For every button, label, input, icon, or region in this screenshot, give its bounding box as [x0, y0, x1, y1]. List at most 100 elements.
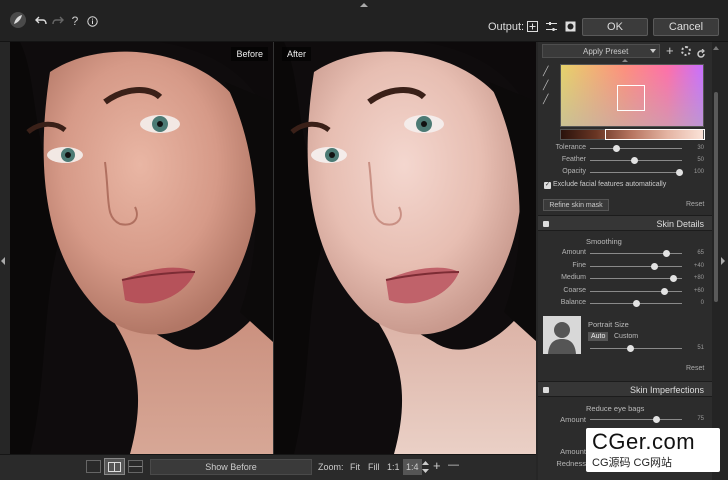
amount-2-label: Amount	[560, 447, 586, 456]
single-view-icon[interactable]	[86, 460, 101, 473]
exclude-features-checkbox[interactable]: ✓	[544, 182, 551, 189]
after-image: After	[273, 42, 536, 454]
portrait-size-label: Portrait Size	[588, 320, 629, 329]
skin-imperfections-header[interactable]: Skin Imperfections	[538, 381, 712, 397]
portrait-size-slider-thumb[interactable]	[627, 345, 634, 352]
redo-icon[interactable]	[50, 13, 66, 29]
zoom-fill-button[interactable]: Fill	[368, 462, 380, 472]
chevron-down-icon	[650, 49, 656, 53]
tolerance-label: Tolerance	[555, 144, 586, 151]
smoothing-balance-value: 0	[700, 300, 704, 306]
show-before-button[interactable]: Show Before	[150, 459, 312, 475]
smoothing-medium-label: Medium	[561, 274, 586, 281]
smoothing-medium-value: +80	[693, 275, 704, 281]
ok-button[interactable]: OK	[582, 18, 648, 36]
zoom-fit-button[interactable]: Fit	[350, 462, 360, 472]
eyedropper-icon[interactable]: ╱	[543, 66, 548, 77]
preset-label: Apply Preset	[583, 47, 629, 56]
redness-label: Redness	[556, 459, 586, 468]
refine-skin-mask-button[interactable]: Refine skin mask	[543, 199, 609, 211]
output-mask-icon[interactable]	[564, 20, 576, 32]
opacity-label: Opacity	[562, 168, 586, 175]
eyedropper-minus-icon[interactable]: ╱	[543, 94, 548, 105]
eye-bags-amount-value: 75	[697, 416, 704, 422]
portrait-custom-button[interactable]: Custom	[614, 333, 638, 340]
scrollbar-thumb[interactable]	[714, 92, 718, 302]
top-toolbar: ? Output: OK Cancel	[0, 0, 728, 42]
stacked-view-icon[interactable]	[128, 460, 143, 473]
zoom-1-1-button[interactable]: 1:1	[387, 462, 400, 472]
output-new-layer-icon[interactable]	[526, 20, 538, 32]
opacity-slider-thumb[interactable]	[676, 169, 683, 176]
left-panel-toggle-icon[interactable]	[0, 252, 10, 265]
eyedropper-plus-icon[interactable]: ╱	[543, 80, 548, 91]
zoom-in-button[interactable]: +	[433, 458, 441, 473]
opacity-value: 100	[693, 169, 704, 175]
zoom-out-button[interactable]: —	[448, 459, 459, 471]
collapse-top-arrow-icon[interactable]	[356, 0, 372, 8]
smoothing-amount-label: Amount	[561, 249, 586, 256]
tolerance-slider[interactable]	[590, 148, 682, 149]
smoothing-balance-slider-thumb[interactable]	[633, 300, 640, 307]
split-view-icon[interactable]	[104, 458, 125, 475]
portrait-auto-button[interactable]: Auto	[588, 332, 609, 341]
before-label: Before	[231, 47, 268, 61]
skin-tone-range-bar[interactable]	[560, 129, 705, 140]
cancel-button[interactable]: Cancel	[653, 18, 719, 36]
adjustments-panel: Apply Preset + ╱ ╱ ╱ Tolerance 30 Feathe…	[538, 42, 718, 480]
skin-details-header[interactable]: Skin Details	[538, 215, 712, 231]
reset-preset-icon[interactable]	[696, 46, 706, 64]
skin-details-reset-link[interactable]: Reset	[686, 365, 704, 372]
bottom-bar: Show Before Zoom: Fit Fill 1:1 1:4 + —	[0, 454, 536, 480]
after-label: After	[282, 47, 312, 61]
smoothing-fine-slider[interactable]	[590, 265, 682, 267]
output-adjust-icon[interactable]	[545, 20, 557, 32]
smoothing-coarse-slider-thumb[interactable]	[660, 287, 668, 295]
smoothing-amount-value: 65	[697, 250, 704, 256]
mask-reset-link[interactable]: Reset	[686, 201, 704, 208]
smoothing-label: Smoothing	[586, 237, 622, 246]
eye-bags-amount-slider-thumb[interactable]	[653, 416, 660, 423]
watermark-line1: CGer.com	[592, 429, 696, 454]
image-canvas[interactable]: Before After	[10, 42, 536, 454]
portrait-size-thumbnail	[543, 316, 581, 354]
info-icon[interactable]	[84, 13, 100, 29]
color-selection-box[interactable]	[617, 85, 645, 111]
portrait-size-slider[interactable]	[590, 348, 682, 349]
smoothing-fine-label: Fine	[572, 261, 586, 269]
tolerance-slider-thumb[interactable]	[613, 145, 620, 152]
feather-label: Feather	[561, 156, 586, 163]
section-toggle-icon[interactable]	[543, 221, 549, 227]
watermark-line2: CG源码 CG网站	[592, 457, 673, 469]
zoom-stepper-icon[interactable]	[422, 460, 429, 474]
before-image: Before	[10, 42, 273, 454]
skin-imperfections-title: Skin Imperfections	[629, 385, 704, 395]
skin-color-picker[interactable]	[560, 64, 704, 127]
settings-gear-icon[interactable]	[681, 46, 691, 56]
section-toggle-icon[interactable]	[543, 387, 549, 393]
portrait-size-value: 51	[697, 345, 704, 351]
add-preset-icon[interactable]: +	[666, 44, 674, 57]
preset-dropdown[interactable]: Apply Preset	[542, 44, 660, 58]
smoothing-amount-slider-thumb[interactable]	[663, 250, 671, 257]
smoothing-fine-slider-thumb[interactable]	[651, 262, 659, 270]
help-icon[interactable]: ?	[67, 13, 83, 29]
smoothing-medium-slider-thumb[interactable]	[669, 275, 677, 282]
feather-slider-thumb[interactable]	[631, 157, 638, 164]
panel-scrollbar[interactable]	[712, 42, 720, 480]
smoothing-coarse-slider[interactable]	[590, 290, 682, 292]
smoothing-medium-slider[interactable]	[590, 278, 682, 279]
scroll-up-icon[interactable]	[713, 46, 719, 50]
opacity-slider[interactable]	[590, 172, 682, 173]
undo-icon[interactable]	[33, 13, 49, 29]
eye-bags-amount-slider[interactable]	[590, 419, 682, 420]
smoothing-fine-value: +40	[693, 262, 704, 269]
tone-range-selection[interactable]	[605, 129, 705, 140]
tolerance-value: 30	[697, 145, 704, 151]
exclude-features-label: Exclude facial features automatically	[553, 181, 667, 188]
right-panel-toggle-icon[interactable]	[720, 252, 728, 265]
zoom-1-4-button[interactable]: 1:4	[403, 459, 422, 475]
feather-value: 50	[697, 157, 704, 163]
smoothing-coarse-label: Coarse	[563, 286, 586, 294]
collapse-preset-icon[interactable]	[622, 59, 628, 62]
